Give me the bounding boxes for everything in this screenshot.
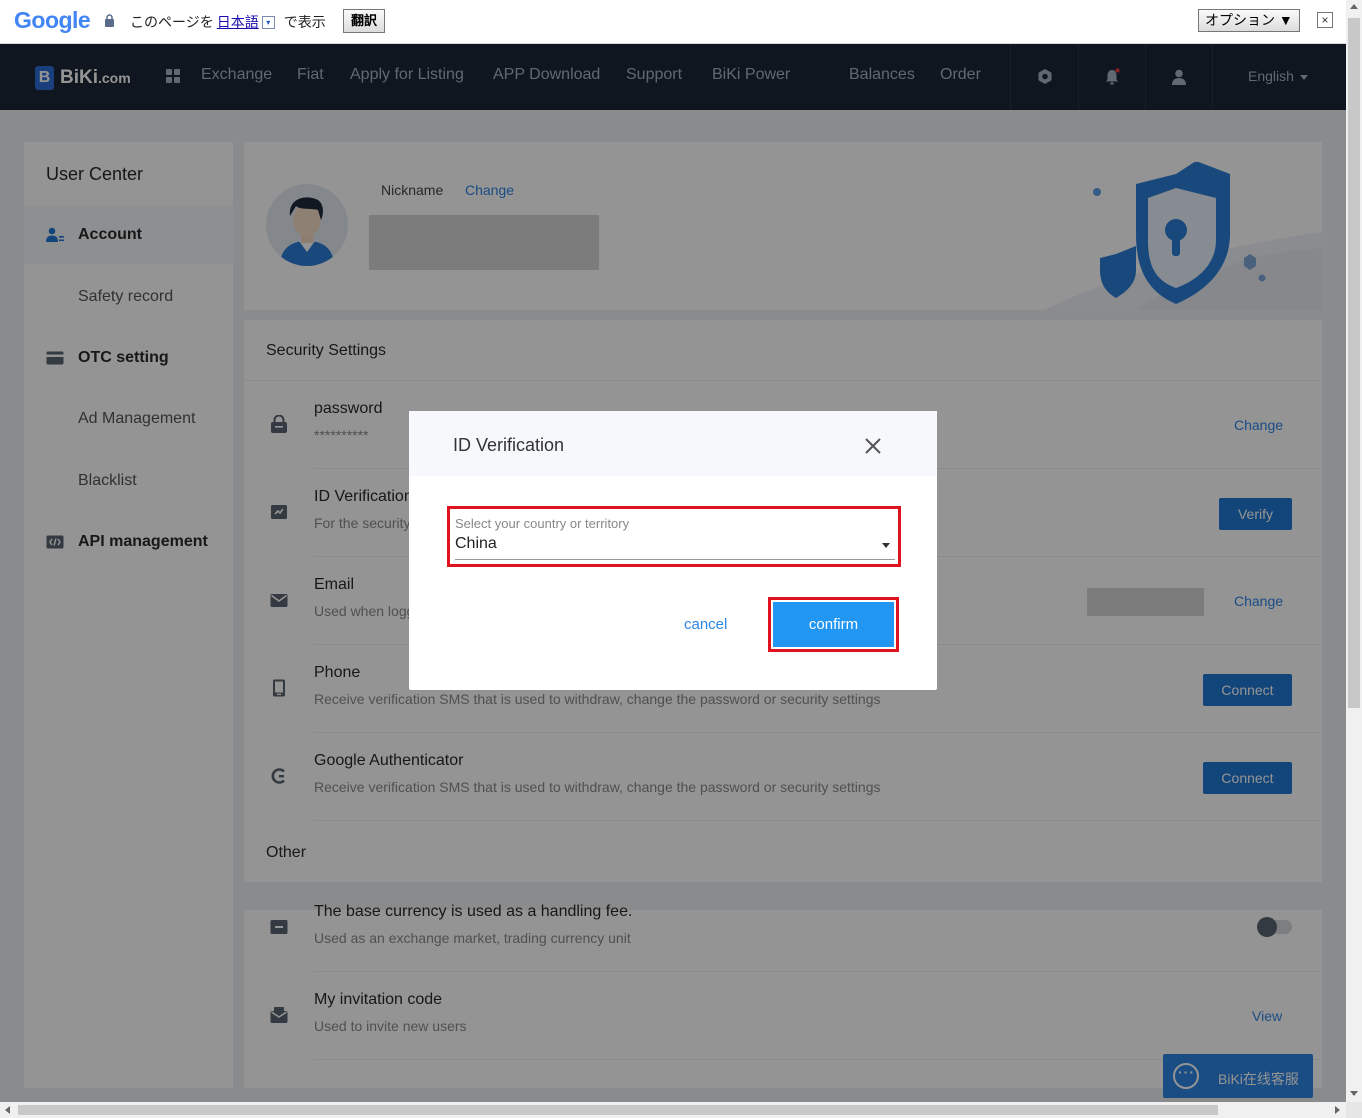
scrollbar-corner — [1346, 1102, 1362, 1118]
language-link[interactable]: 日本語 — [217, 12, 259, 32]
dialog-title: ID Verification — [453, 435, 565, 455]
country-select-value: China — [455, 535, 497, 552]
horizontal-scrollbar[interactable] — [0, 1102, 1346, 1118]
cancel-button[interactable]: cancel — [684, 616, 727, 633]
lock-icon — [105, 14, 114, 27]
id-verification-dialog: ID Verification Select your country or t… — [409, 411, 937, 690]
scroll-right-icon[interactable] — [1335, 1106, 1340, 1114]
select-underline — [455, 559, 895, 560]
horizontal-scroll-thumb[interactable] — [18, 1105, 1218, 1115]
country-select-label: Select your country or territory — [455, 516, 630, 531]
vertical-scrollbar[interactable] — [1346, 0, 1362, 1102]
close-icon[interactable]: × — [1317, 12, 1333, 28]
translate-prefix: このページを — [130, 14, 214, 30]
translate-prompt: このページを 日本語 ▾ で表示 — [130, 12, 326, 32]
confirm-button[interactable]: confirm — [773, 602, 894, 647]
scroll-up-icon[interactable] — [1350, 4, 1358, 9]
scroll-down-icon[interactable] — [1350, 1091, 1358, 1096]
translate-button[interactable]: 翻訳 — [343, 9, 386, 33]
language-dropdown-icon[interactable]: ▾ — [261, 15, 275, 29]
chevron-down-icon — [882, 543, 890, 548]
google-logo: Google — [14, 7, 91, 33]
options-button[interactable]: オプション ▼ — [1198, 9, 1300, 32]
vertical-scroll-thumb[interactable] — [1348, 18, 1360, 708]
confirm-highlight: confirm — [768, 597, 899, 652]
scroll-left-icon[interactable] — [5, 1106, 10, 1114]
google-translate-bar: Google このページを 日本語 ▾ で表示 翻訳 オプション ▼ × — [0, 0, 1346, 44]
country-select[interactable]: Select your country or territory China — [447, 506, 901, 567]
close-icon[interactable] — [862, 435, 884, 457]
translate-suffix: で表示 — [283, 14, 326, 30]
